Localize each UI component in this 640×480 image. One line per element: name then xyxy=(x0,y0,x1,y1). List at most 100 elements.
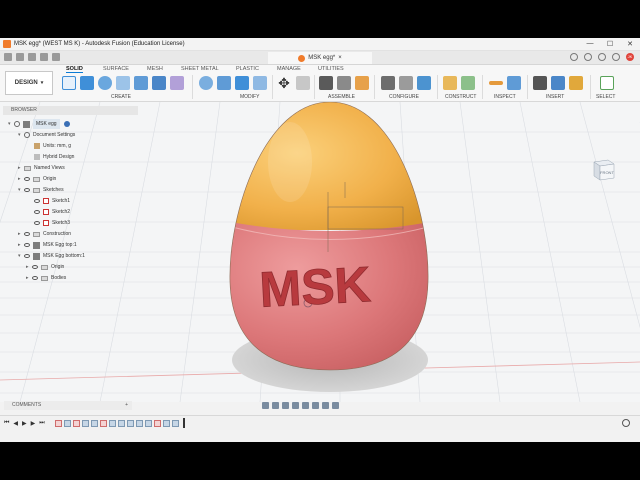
move-icon[interactable]: ✥ xyxy=(277,76,291,90)
insert-derive-icon[interactable] xyxy=(533,76,547,90)
look-at-icon[interactable] xyxy=(272,401,279,409)
group-modify[interactable]: MODIFY xyxy=(240,94,259,100)
tree-item-units[interactable]: Units: mm, g xyxy=(34,141,71,151)
step-forward-icon[interactable]: ▶ xyxy=(31,420,36,427)
select-icon[interactable] xyxy=(600,76,614,90)
group-assemble[interactable]: ASSEMBLE xyxy=(328,94,355,100)
timeline-feature-icon[interactable] xyxy=(72,419,80,427)
timeline-feature-icon[interactable] xyxy=(162,419,170,427)
loft-icon[interactable] xyxy=(134,76,148,90)
tree-item-egg-bottom[interactable]: ▾ MSK Egg bottom:1 xyxy=(18,251,85,261)
tree-item-egg-top[interactable]: ▸ MSK Egg top:1 xyxy=(18,240,77,250)
group-inspect[interactable]: INSPECT xyxy=(494,94,516,100)
undo-icon[interactable] xyxy=(40,53,48,61)
group-create[interactable]: CREATE xyxy=(111,94,131,100)
job-status-icon[interactable] xyxy=(584,53,592,61)
tab-solid[interactable]: SOLID xyxy=(66,66,83,73)
tree-item-sketch2[interactable]: Sketch2 xyxy=(34,207,70,217)
add-comment-icon[interactable]: + xyxy=(125,401,128,410)
timeline-feature-icon[interactable] xyxy=(54,419,62,427)
tree-item-sketches[interactable]: ▾ Sketches xyxy=(18,185,64,195)
viewports-icon[interactable] xyxy=(332,401,339,409)
fit-icon[interactable] xyxy=(302,401,309,409)
go-to-start-icon[interactable]: ⏮ xyxy=(4,420,9,427)
shell-icon[interactable] xyxy=(253,76,267,90)
document-tab[interactable]: MSK egg* × xyxy=(268,52,372,64)
fillet-icon[interactable] xyxy=(217,76,231,90)
as-built-joint-icon[interactable] xyxy=(355,76,369,90)
new-component-icon[interactable] xyxy=(319,76,333,90)
tree-item-bottom-origin[interactable]: ▸ Origin xyxy=(26,262,64,272)
orbit-icon[interactable] xyxy=(262,401,269,409)
tree-item-origin[interactable]: ▸ Origin xyxy=(18,174,56,184)
maximize-icon[interactable]: ☐ xyxy=(600,40,620,48)
group-insert[interactable]: INSERT xyxy=(546,94,564,100)
timeline-feature-icon[interactable] xyxy=(99,419,107,427)
configure-table-icon[interactable] xyxy=(399,76,413,90)
egg-top-half[interactable] xyxy=(220,102,440,230)
form-icon[interactable] xyxy=(170,76,184,90)
tree-item-hybrid-design[interactable]: Hybrid Design xyxy=(34,152,74,162)
offset-plane-icon[interactable] xyxy=(443,76,457,90)
close-icon[interactable]: ✕ xyxy=(620,40,640,48)
pan-icon[interactable] xyxy=(282,401,289,409)
tab-surface[interactable]: SURFACE xyxy=(103,66,129,72)
tree-item-sketch3[interactable]: Sketch3 xyxy=(34,218,70,228)
tab-utilities[interactable]: UTILITIES xyxy=(318,66,344,72)
configure-icon[interactable] xyxy=(417,76,431,90)
close-tab-icon[interactable]: × xyxy=(338,55,342,61)
timeline-feature-icon[interactable] xyxy=(117,419,125,427)
timeline-feature-icon[interactable] xyxy=(171,419,179,427)
timeline-feature-icon[interactable] xyxy=(81,419,89,427)
tree-item-root[interactable]: ▾ MSK egg xyxy=(8,119,70,129)
eye-icon[interactable] xyxy=(34,221,40,225)
tree-item-document-settings[interactable]: ▾ Document Settings xyxy=(18,130,75,140)
view-cube[interactable]: FRONT xyxy=(592,156,616,182)
zoom-icon[interactable] xyxy=(292,401,299,409)
comments-panel[interactable]: COMMENTS + xyxy=(4,401,132,410)
redo-icon[interactable] xyxy=(52,53,60,61)
display-settings-icon[interactable] xyxy=(312,401,319,409)
timeline-feature-icon[interactable] xyxy=(126,419,134,427)
align-icon[interactable] xyxy=(296,76,310,90)
eye-icon[interactable] xyxy=(32,265,38,269)
combine-icon[interactable] xyxy=(235,76,249,90)
joint-icon[interactable] xyxy=(337,76,351,90)
eye-icon[interactable] xyxy=(34,199,40,203)
sweep-icon[interactable] xyxy=(116,76,130,90)
timeline-feature-icon[interactable] xyxy=(63,419,71,427)
grid-menu-icon[interactable] xyxy=(4,53,12,61)
add-tab-icon[interactable] xyxy=(570,53,578,61)
tree-item-sketch1[interactable]: Sketch1 xyxy=(34,196,70,206)
group-construct[interactable]: CONSTRUCT xyxy=(445,94,476,100)
eye-icon[interactable] xyxy=(24,254,30,258)
notifications-icon[interactable] xyxy=(598,53,606,61)
press-pull-icon[interactable] xyxy=(199,76,213,90)
file-icon[interactable] xyxy=(16,53,24,61)
help-icon[interactable] xyxy=(612,53,620,61)
browser-header[interactable]: BROWSER xyxy=(3,106,138,115)
tree-item-bodies[interactable]: ▸ Bodies xyxy=(26,273,66,283)
embossed-text[interactable]: MSK xyxy=(258,256,373,319)
eye-icon[interactable] xyxy=(32,276,38,280)
workspace-switcher-button[interactable]: DESIGN ▾ xyxy=(5,71,53,95)
timeline-feature-icon[interactable] xyxy=(153,419,161,427)
grid-settings-icon[interactable] xyxy=(322,401,329,409)
eye-icon[interactable] xyxy=(24,177,30,181)
tab-sheet-metal[interactable]: SHEET METAL xyxy=(181,66,219,72)
tree-item-construction[interactable]: ▸ Construction xyxy=(18,229,71,239)
group-configure[interactable]: CONFIGURE xyxy=(389,94,419,100)
hole-icon[interactable] xyxy=(152,76,166,90)
eye-icon[interactable] xyxy=(34,210,40,214)
minimize-icon[interactable]: — xyxy=(580,40,600,48)
insert-image-icon[interactable] xyxy=(551,76,565,90)
interference-icon[interactable] xyxy=(507,76,521,90)
play-icon[interactable]: ▶ xyxy=(22,420,27,427)
tab-mesh[interactable]: MESH xyxy=(147,66,163,72)
parameters-icon[interactable] xyxy=(381,76,395,90)
timeline-feature-icon[interactable] xyxy=(135,419,143,427)
eye-icon[interactable] xyxy=(24,188,30,192)
avatar[interactable]: JK xyxy=(626,53,634,61)
axis-icon[interactable] xyxy=(461,76,475,90)
timeline-feature-icon[interactable] xyxy=(144,419,152,427)
